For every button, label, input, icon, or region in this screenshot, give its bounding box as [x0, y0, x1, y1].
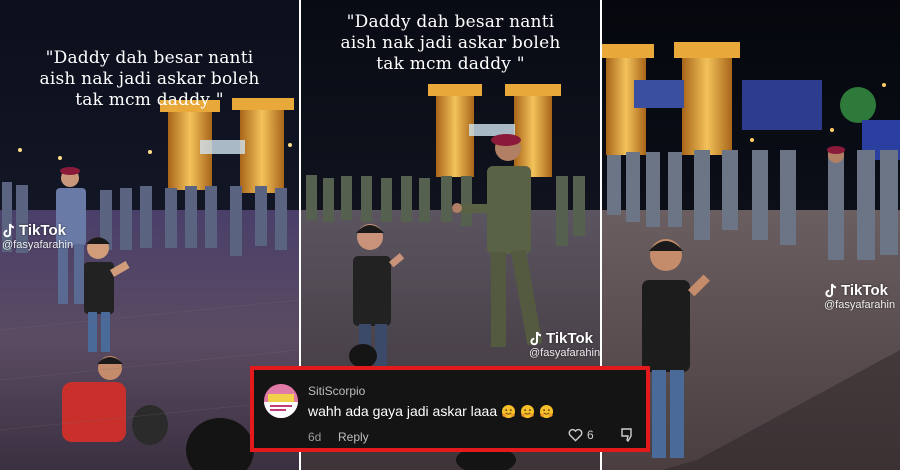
tiktok-watermark: TikTok @fasyafarahin	[529, 330, 600, 359]
video-caption: "Daddy dah besar nanti aish nak jadi ask…	[0, 48, 299, 111]
tiktok-watermark: TikTok @fasyafarahin	[824, 282, 895, 311]
hugging-face-icon	[540, 404, 554, 418]
comment-age: 6d	[308, 430, 322, 444]
tiktok-handle: @fasyafarahin	[824, 299, 896, 311]
tiktok-handle: @fasyafarahin	[2, 239, 74, 251]
tiktok-logo-icon	[825, 283, 837, 297]
reply-button[interactable]: Reply	[338, 430, 369, 444]
hugging-face-icon	[521, 404, 535, 418]
video-caption: "Daddy dah besar nanti aish nak jadi ask…	[301, 12, 600, 75]
avatar-image	[264, 384, 298, 418]
dislike-button[interactable]	[620, 428, 634, 447]
tiktok-handle: @fasyafarahin	[529, 347, 600, 359]
caption-line-1: "Daddy dah besar nanti	[45, 48, 254, 68]
caption-line-2: aish nak jadi askar boleh	[340, 33, 561, 53]
tiktok-brand-label: TikTok	[19, 222, 66, 239]
like-button[interactable]: 6	[568, 428, 594, 442]
hugging-face-icon	[502, 404, 516, 418]
caption-line-3: tak mcm daddy "	[75, 90, 224, 110]
tiktok-logo-icon	[3, 223, 15, 237]
avatar[interactable]	[264, 384, 298, 418]
caption-line-2: aish nak jadi askar boleh	[39, 69, 260, 89]
highlighted-comment: SitiScorpio wahh ada gaya jadi askar laa…	[250, 366, 650, 452]
comment-text: wahh ada gaya jadi askar laaa	[308, 403, 498, 419]
comment-card: SitiScorpio wahh ada gaya jadi askar laa…	[254, 370, 646, 448]
thumbs-down-icon	[621, 428, 632, 443]
caption-line-1: "Daddy dah besar nanti	[346, 12, 555, 32]
comment-username[interactable]: SitiScorpio	[308, 384, 365, 398]
tiktok-brand-label: TikTok	[841, 282, 888, 299]
tiktok-brand-label: TikTok	[546, 330, 593, 347]
caption-line-3: tak mcm daddy "	[376, 54, 525, 74]
heart-icon	[568, 428, 583, 442]
like-count: 6	[587, 428, 594, 442]
tiktok-watermark: TikTok @fasyafarahin	[2, 222, 73, 251]
comment-text-row: wahh ada gaya jadi askar laaa	[308, 403, 554, 419]
tiktok-logo-icon	[530, 331, 542, 345]
